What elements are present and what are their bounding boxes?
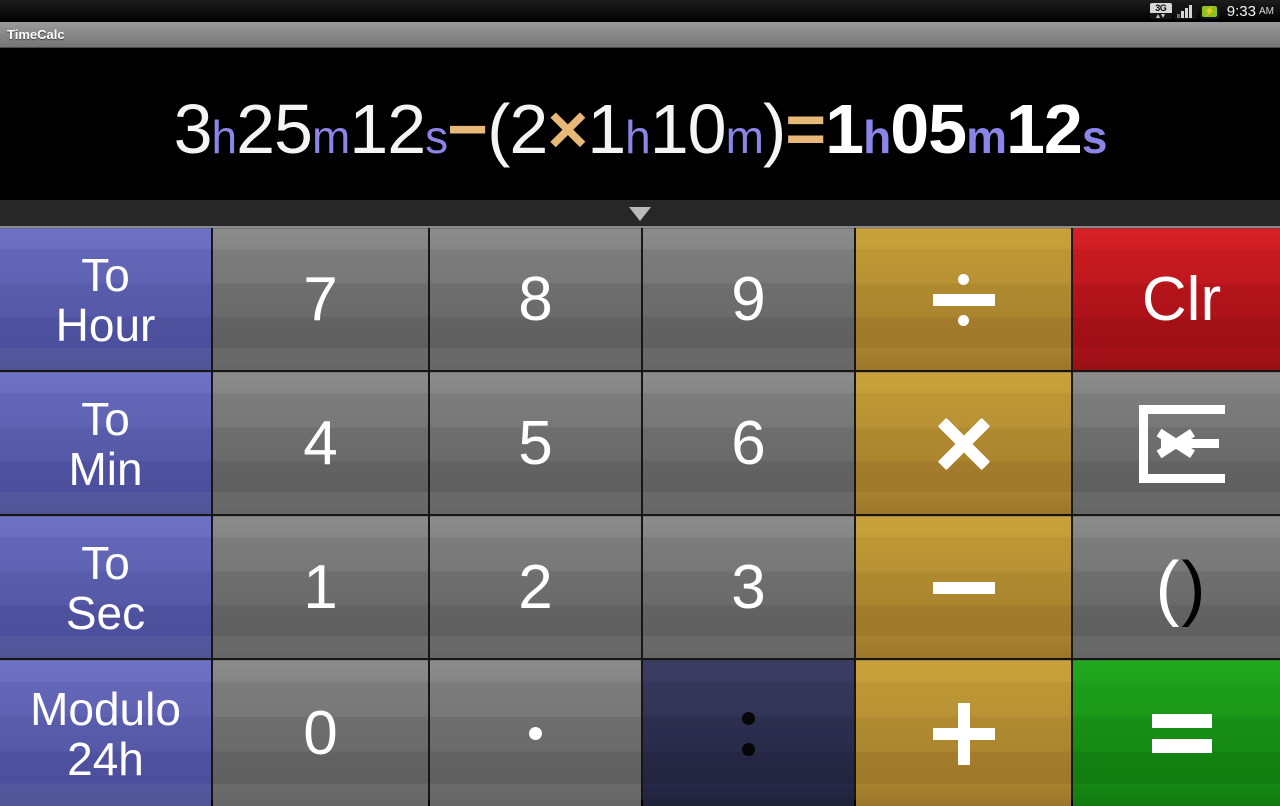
key-digit-0[interactable]: 0 <box>213 660 428 806</box>
key-clear[interactable]: Clr <box>1073 228 1280 370</box>
key-label: 2 <box>518 552 553 622</box>
minus-icon <box>932 581 995 594</box>
equals-icon <box>1151 714 1212 753</box>
operand2-hour-unit: h <box>625 111 651 163</box>
expression-text: 3h25m12s−(2×1h10m)=1h05m12s <box>0 94 1280 172</box>
key-label: 0 <box>303 698 338 768</box>
parentheses-icon: () <box>1155 547 1208 628</box>
key-digit-9[interactable]: 9 <box>643 228 854 370</box>
key-digit-2[interactable]: 2 <box>430 516 641 658</box>
key-label: Modulo 24h <box>30 682 181 785</box>
key-divide[interactable] <box>856 228 1071 370</box>
signal-bars-icon <box>1174 3 1197 19</box>
result-sec-unit: s <box>1081 111 1108 163</box>
result-minutes: 05 <box>890 90 967 168</box>
decimal-point-icon <box>529 727 542 740</box>
key-parens[interactable]: () <box>1073 516 1280 658</box>
key-to-min[interactable]: To Min <box>0 372 211 514</box>
calculator-display[interactable]: 3h25m12s−(2×1h10m)=1h05m12s <box>0 48 1280 200</box>
operand2-min-unit: m <box>725 111 764 163</box>
operand1-minutes: 25 <box>236 90 313 168</box>
key-label: Clr <box>1141 264 1222 334</box>
key-digit-6[interactable]: 6 <box>643 372 854 514</box>
operand2-minutes: 10 <box>649 90 727 168</box>
battery-bolt-glyph: ⚡ <box>1204 5 1216 16</box>
3g-data-icon: 3G <box>1149 3 1172 19</box>
key-multiply[interactable] <box>856 372 1071 514</box>
key-label: To Sec <box>65 536 146 639</box>
plus-icon <box>932 702 995 765</box>
key-label: 8 <box>518 264 553 334</box>
key-label: To Hour <box>55 248 156 351</box>
expr-paren-open: ( <box>487 90 510 168</box>
expr-factor: 2 <box>509 90 548 168</box>
expr-paren-close: ) <box>762 90 786 168</box>
key-digit-1[interactable]: 1 <box>213 516 428 658</box>
result-min-unit: m <box>966 111 1007 163</box>
expr-equals-operator: = <box>785 90 826 168</box>
chevron-down-icon[interactable] <box>629 207 651 221</box>
title-bar: TimeCalc <box>0 22 1280 48</box>
key-add[interactable] <box>856 660 1071 806</box>
calculator-keypad: To Hour 7 8 9 Clr To Min 4 5 6 To Sec 1 2 3 () Modulo 24h 0 <box>0 228 1280 806</box>
app-title: TimeCalc <box>7 27 65 42</box>
result-hour-unit: h <box>863 111 891 163</box>
result-seconds: 12 <box>1005 90 1083 168</box>
status-clock: 9:33 <box>1226 2 1256 20</box>
operand1-min-unit: m <box>311 111 350 163</box>
key-modulo-24h[interactable]: Modulo 24h <box>0 660 211 806</box>
key-label: 6 <box>731 408 766 478</box>
key-digit-4[interactable]: 4 <box>213 372 428 514</box>
key-digit-8[interactable]: 8 <box>430 228 641 370</box>
operand2-hours: 1 <box>587 90 626 168</box>
operand1-hours: 3 <box>173 90 213 168</box>
key-label: 7 <box>303 264 338 334</box>
colon-icon <box>742 711 755 756</box>
key-label: 1 <box>303 552 338 622</box>
operand1-seconds: 12 <box>349 90 426 168</box>
3g-label: 3G <box>1149 3 1172 13</box>
backspace-icon <box>1138 404 1225 483</box>
status-clock-ampm: AM <box>1259 5 1274 17</box>
3g-arrows <box>1150 13 1172 19</box>
expr-minus-operator: − <box>447 90 488 168</box>
key-digit-3[interactable]: 3 <box>643 516 854 658</box>
key-digit-7[interactable]: 7 <box>213 228 428 370</box>
key-label: 5 <box>518 408 553 478</box>
key-label: 3 <box>731 552 766 622</box>
key-digit-5[interactable]: 5 <box>430 372 641 514</box>
key-decimal[interactable] <box>430 660 641 806</box>
expr-multiply-operator: × <box>547 90 588 168</box>
divide-icon <box>932 273 995 326</box>
key-label: 4 <box>303 408 338 478</box>
key-colon[interactable] <box>643 660 854 806</box>
android-status-bar: 3G ⚡ 9:33 AM <box>0 0 1280 22</box>
key-to-hour[interactable]: To Hour <box>0 228 211 370</box>
key-label: To Min <box>68 392 143 495</box>
key-label: 9 <box>731 264 766 334</box>
operand1-hour-unit: h <box>211 111 238 163</box>
operand1-sec-unit: s <box>425 111 448 163</box>
multiply-icon <box>933 413 995 475</box>
display-resize-handle[interactable] <box>0 200 1280 228</box>
key-to-sec[interactable]: To Sec <box>0 516 211 658</box>
result-hours: 1 <box>825 90 864 168</box>
battery-charging-icon: ⚡ <box>1199 3 1220 19</box>
key-equals[interactable] <box>1073 660 1280 806</box>
key-backspace[interactable] <box>1073 372 1280 514</box>
key-subtract[interactable] <box>856 516 1071 658</box>
